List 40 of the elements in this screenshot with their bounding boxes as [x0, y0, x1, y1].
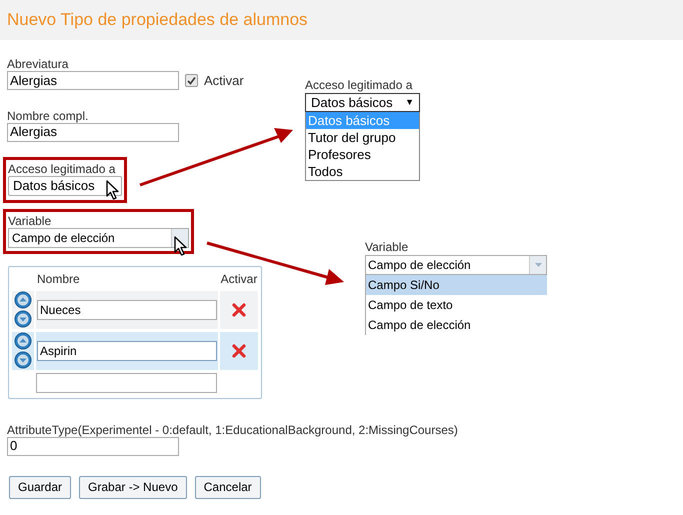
delete-icon[interactable] [232, 302, 246, 316]
caret-icon [534, 263, 542, 267]
checkbox[interactable] [185, 74, 198, 88]
caret-icon: ▼ [405, 96, 414, 110]
dropdown-option[interactable]: Campo Si/No [366, 275, 547, 295]
field-label: Abreviatura [7, 57, 68, 71]
dropdown-option[interactable]: Campo de texto [366, 295, 547, 315]
input-field[interactable]: 0 [7, 436, 179, 456]
input-field[interactable]: Aspirin [37, 340, 217, 360]
dropdown-option[interactable]: Tutor del grupo [306, 129, 419, 146]
delete-icon[interactable] [232, 344, 246, 358]
move-up-icon [14, 291, 32, 309]
dropdown-option[interactable]: Profesores [306, 146, 419, 163]
field-label: Acceso legitimado a [8, 162, 116, 176]
field-label: Nombre compl. [7, 108, 88, 122]
move-down-icon [14, 310, 32, 328]
mouse-cursor-icon [174, 236, 188, 256]
dropdown-option[interactable]: Todos [306, 163, 419, 180]
column-header: Activar [220, 270, 258, 288]
checkbox-label: Activar [204, 72, 244, 90]
select-field[interactable]: Datos básicos [8, 176, 122, 196]
field-label: Acceso legitimado a [305, 77, 412, 93]
page-title: Nuevo Tipo de propiedades de alumnos [7, 9, 308, 32]
form-button[interactable]: Grabar -> Nuevo [79, 476, 187, 498]
column-header: Nombre [36, 270, 81, 288]
input-field[interactable] [36, 372, 217, 392]
field-label: Variable [365, 240, 408, 255]
mouse-cursor-icon [106, 180, 120, 200]
select-field[interactable]: Datos básicos ▼ [305, 93, 420, 112]
input-field[interactable]: Nueces [37, 300, 217, 320]
move-up-icon [14, 332, 32, 350]
dropdown-option[interactable]: Campo de elección [366, 315, 547, 335]
input-field[interactable]: Alergias [7, 122, 179, 142]
field-label: Variable [8, 214, 52, 228]
field-label: AttributeType(Experimentel - 0:default, 1:EducationalBackground, 2:MissingCourses) [7, 422, 458, 436]
select-field[interactable]: Campo de elección [365, 255, 547, 275]
input-field[interactable]: Alergias [7, 71, 179, 90]
form-button[interactable]: Guardar [9, 476, 72, 498]
form-button[interactable]: Cancelar [194, 476, 261, 498]
move-down-icon [14, 351, 32, 369]
